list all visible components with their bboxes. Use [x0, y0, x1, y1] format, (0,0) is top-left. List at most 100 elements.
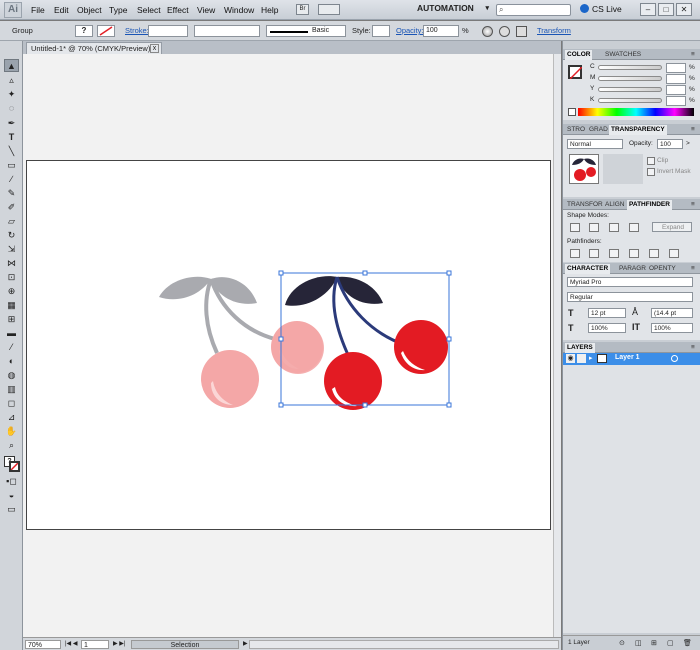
opacity-field[interactable]: 100: [423, 25, 459, 37]
menu-effect[interactable]: Effect: [167, 5, 189, 15]
make-clipping-mask-icon[interactable]: ◫: [635, 639, 642, 647]
pencil-tool-icon[interactable]: ✎: [4, 187, 19, 200]
font-style-select[interactable]: Regular: [567, 292, 693, 302]
target-icon[interactable]: [671, 355, 678, 362]
fill-stroke-proxy[interactable]: [568, 65, 583, 80]
menu-help[interactable]: Help: [261, 5, 278, 15]
k-value-field[interactable]: [666, 96, 686, 106]
menu-window[interactable]: Window: [224, 5, 254, 15]
search-help-input[interactable]: ⌕: [496, 4, 571, 16]
shape-builder-tool-icon[interactable]: ⊕: [4, 285, 19, 298]
expand-button[interactable]: Expand: [652, 222, 692, 232]
document-tab[interactable]: Untitled-1* @ 70% (CMYK/Preview) x: [26, 42, 162, 54]
zoom-field[interactable]: 70%: [25, 640, 61, 649]
minimize-button[interactable]: –: [640, 3, 656, 16]
vertical-scale-field[interactable]: 100%: [651, 323, 693, 333]
stroke-weight-field[interactable]: [148, 25, 188, 37]
handle-tl[interactable]: [278, 270, 284, 276]
panel-menu-icon[interactable]: ≡: [689, 264, 697, 274]
fill-swatch[interactable]: ?: [75, 25, 93, 37]
width-tool-icon[interactable]: ⋈: [4, 257, 19, 270]
stroke-swatch[interactable]: [97, 25, 115, 37]
c-slider[interactable]: [598, 65, 662, 70]
color-spectrum-bar[interactable]: [578, 108, 694, 116]
new-layer-icon[interactable]: ▢: [667, 639, 674, 647]
minus-back-icon[interactable]: [669, 249, 679, 258]
tab-align[interactable]: ALIGN: [603, 200, 627, 210]
menu-view[interactable]: View: [197, 5, 215, 15]
align-icon[interactable]: [516, 26, 527, 37]
gradient-tool-icon[interactable]: ▬: [4, 327, 19, 340]
canvas-area[interactable]: [23, 54, 553, 637]
outline-icon[interactable]: [649, 249, 659, 258]
color-mode-icons[interactable]: ▪◻: [4, 475, 19, 488]
crop-icon[interactable]: [629, 249, 639, 258]
delete-layer-icon[interactable]: 🗑: [683, 639, 692, 647]
opacity-field[interactable]: 100: [657, 139, 683, 149]
close-document-icon[interactable]: x: [150, 44, 159, 53]
menu-select[interactable]: Select: [137, 5, 161, 15]
first-artboard-icon[interactable]: |◀ ◀: [65, 640, 77, 649]
isolate-group-icon[interactable]: [499, 26, 510, 37]
menu-type[interactable]: Type: [109, 5, 127, 15]
type-tool-icon[interactable]: T: [4, 131, 19, 144]
expand-arrow-icon[interactable]: ▸: [589, 354, 593, 362]
rectangle-tool-icon[interactable]: ▭: [4, 159, 19, 172]
panel-menu-icon[interactable]: ≡: [689, 343, 697, 353]
variable-width-profile[interactable]: [194, 25, 260, 37]
cherries-group[interactable]: [272, 276, 448, 410]
magic-wand-tool-icon[interactable]: ✦: [4, 88, 19, 101]
cs-live-button[interactable]: CS Live: [580, 4, 622, 14]
handle-mr[interactable]: [446, 336, 452, 342]
handle-br[interactable]: [446, 402, 452, 408]
tab-character[interactable]: CHARACTER: [565, 264, 611, 274]
none-swatch[interactable]: [568, 108, 576, 116]
panel-menu-icon[interactable]: ≡: [689, 125, 697, 135]
panel-menu-icon[interactable]: ≡: [689, 200, 697, 210]
tab-stroke[interactable]: STRO: [565, 125, 587, 135]
opacity-arrow[interactable]: >: [686, 140, 690, 147]
unite-icon[interactable]: [570, 223, 580, 232]
artboard-tool-icon[interactable]: ◻: [4, 397, 19, 410]
transform-link[interactable]: Transform: [537, 25, 571, 37]
panel-menu-icon[interactable]: ≡: [689, 50, 697, 60]
mesh-tool-icon[interactable]: ⊞: [4, 313, 19, 326]
exclude-icon[interactable]: [629, 223, 639, 232]
fill-stroke-widget[interactable]: ?: [4, 456, 20, 472]
vertical-scrollbar[interactable]: [553, 54, 561, 637]
minus-front-icon[interactable]: [589, 223, 599, 232]
leading-field[interactable]: (14.4 pt: [651, 308, 693, 318]
tab-transform[interactable]: TRANSFOR: [565, 200, 605, 210]
artboard-number-field[interactable]: 1: [81, 640, 109, 649]
pen-tool-icon[interactable]: ✒: [4, 117, 19, 130]
brush-definition[interactable]: Basic: [266, 25, 346, 37]
eraser-tool-icon[interactable]: ▱: [4, 215, 19, 228]
layer-name[interactable]: Layer 1: [615, 354, 640, 361]
status-menu-arrow-icon[interactable]: ▶: [243, 640, 248, 649]
bridge-icon[interactable]: Br: [296, 4, 309, 15]
tab-paragraph[interactable]: PARAGR: [617, 264, 648, 274]
horizontal-scrollbar[interactable]: [249, 640, 559, 649]
symbol-sprayer-tool-icon[interactable]: ◍: [4, 369, 19, 382]
handle-tr[interactable]: [446, 270, 452, 276]
free-transform-tool-icon[interactable]: ⊡: [4, 271, 19, 284]
slice-tool-icon[interactable]: ⊿: [4, 411, 19, 424]
handle-bm[interactable]: [362, 402, 368, 408]
invert-mask-checkbox[interactable]: [647, 168, 655, 176]
new-sublayer-icon[interactable]: ⊞: [651, 639, 657, 647]
lasso-tool-icon[interactable]: ◌: [4, 102, 19, 115]
mask-thumbnail[interactable]: [603, 154, 643, 184]
divide-icon[interactable]: [570, 249, 580, 258]
y-value-field[interactable]: [666, 85, 686, 95]
line-tool-icon[interactable]: ╲: [4, 145, 19, 158]
paintbrush-tool-icon[interactable]: ∕: [4, 173, 19, 186]
visibility-eye-icon[interactable]: ◉: [566, 354, 575, 363]
tab-transparency[interactable]: TRANSPARENCY: [609, 125, 667, 135]
perspective-grid-tool-icon[interactable]: ▦: [4, 299, 19, 312]
tab-layers[interactable]: LAYERS: [565, 343, 595, 353]
maximize-button[interactable]: □: [658, 3, 674, 16]
handle-bl[interactable]: [278, 402, 284, 408]
stroke-link[interactable]: Stroke:: [125, 25, 149, 37]
font-family-select[interactable]: Myriad Pro: [567, 277, 693, 287]
blob-brush-tool-icon[interactable]: ✐: [4, 201, 19, 214]
